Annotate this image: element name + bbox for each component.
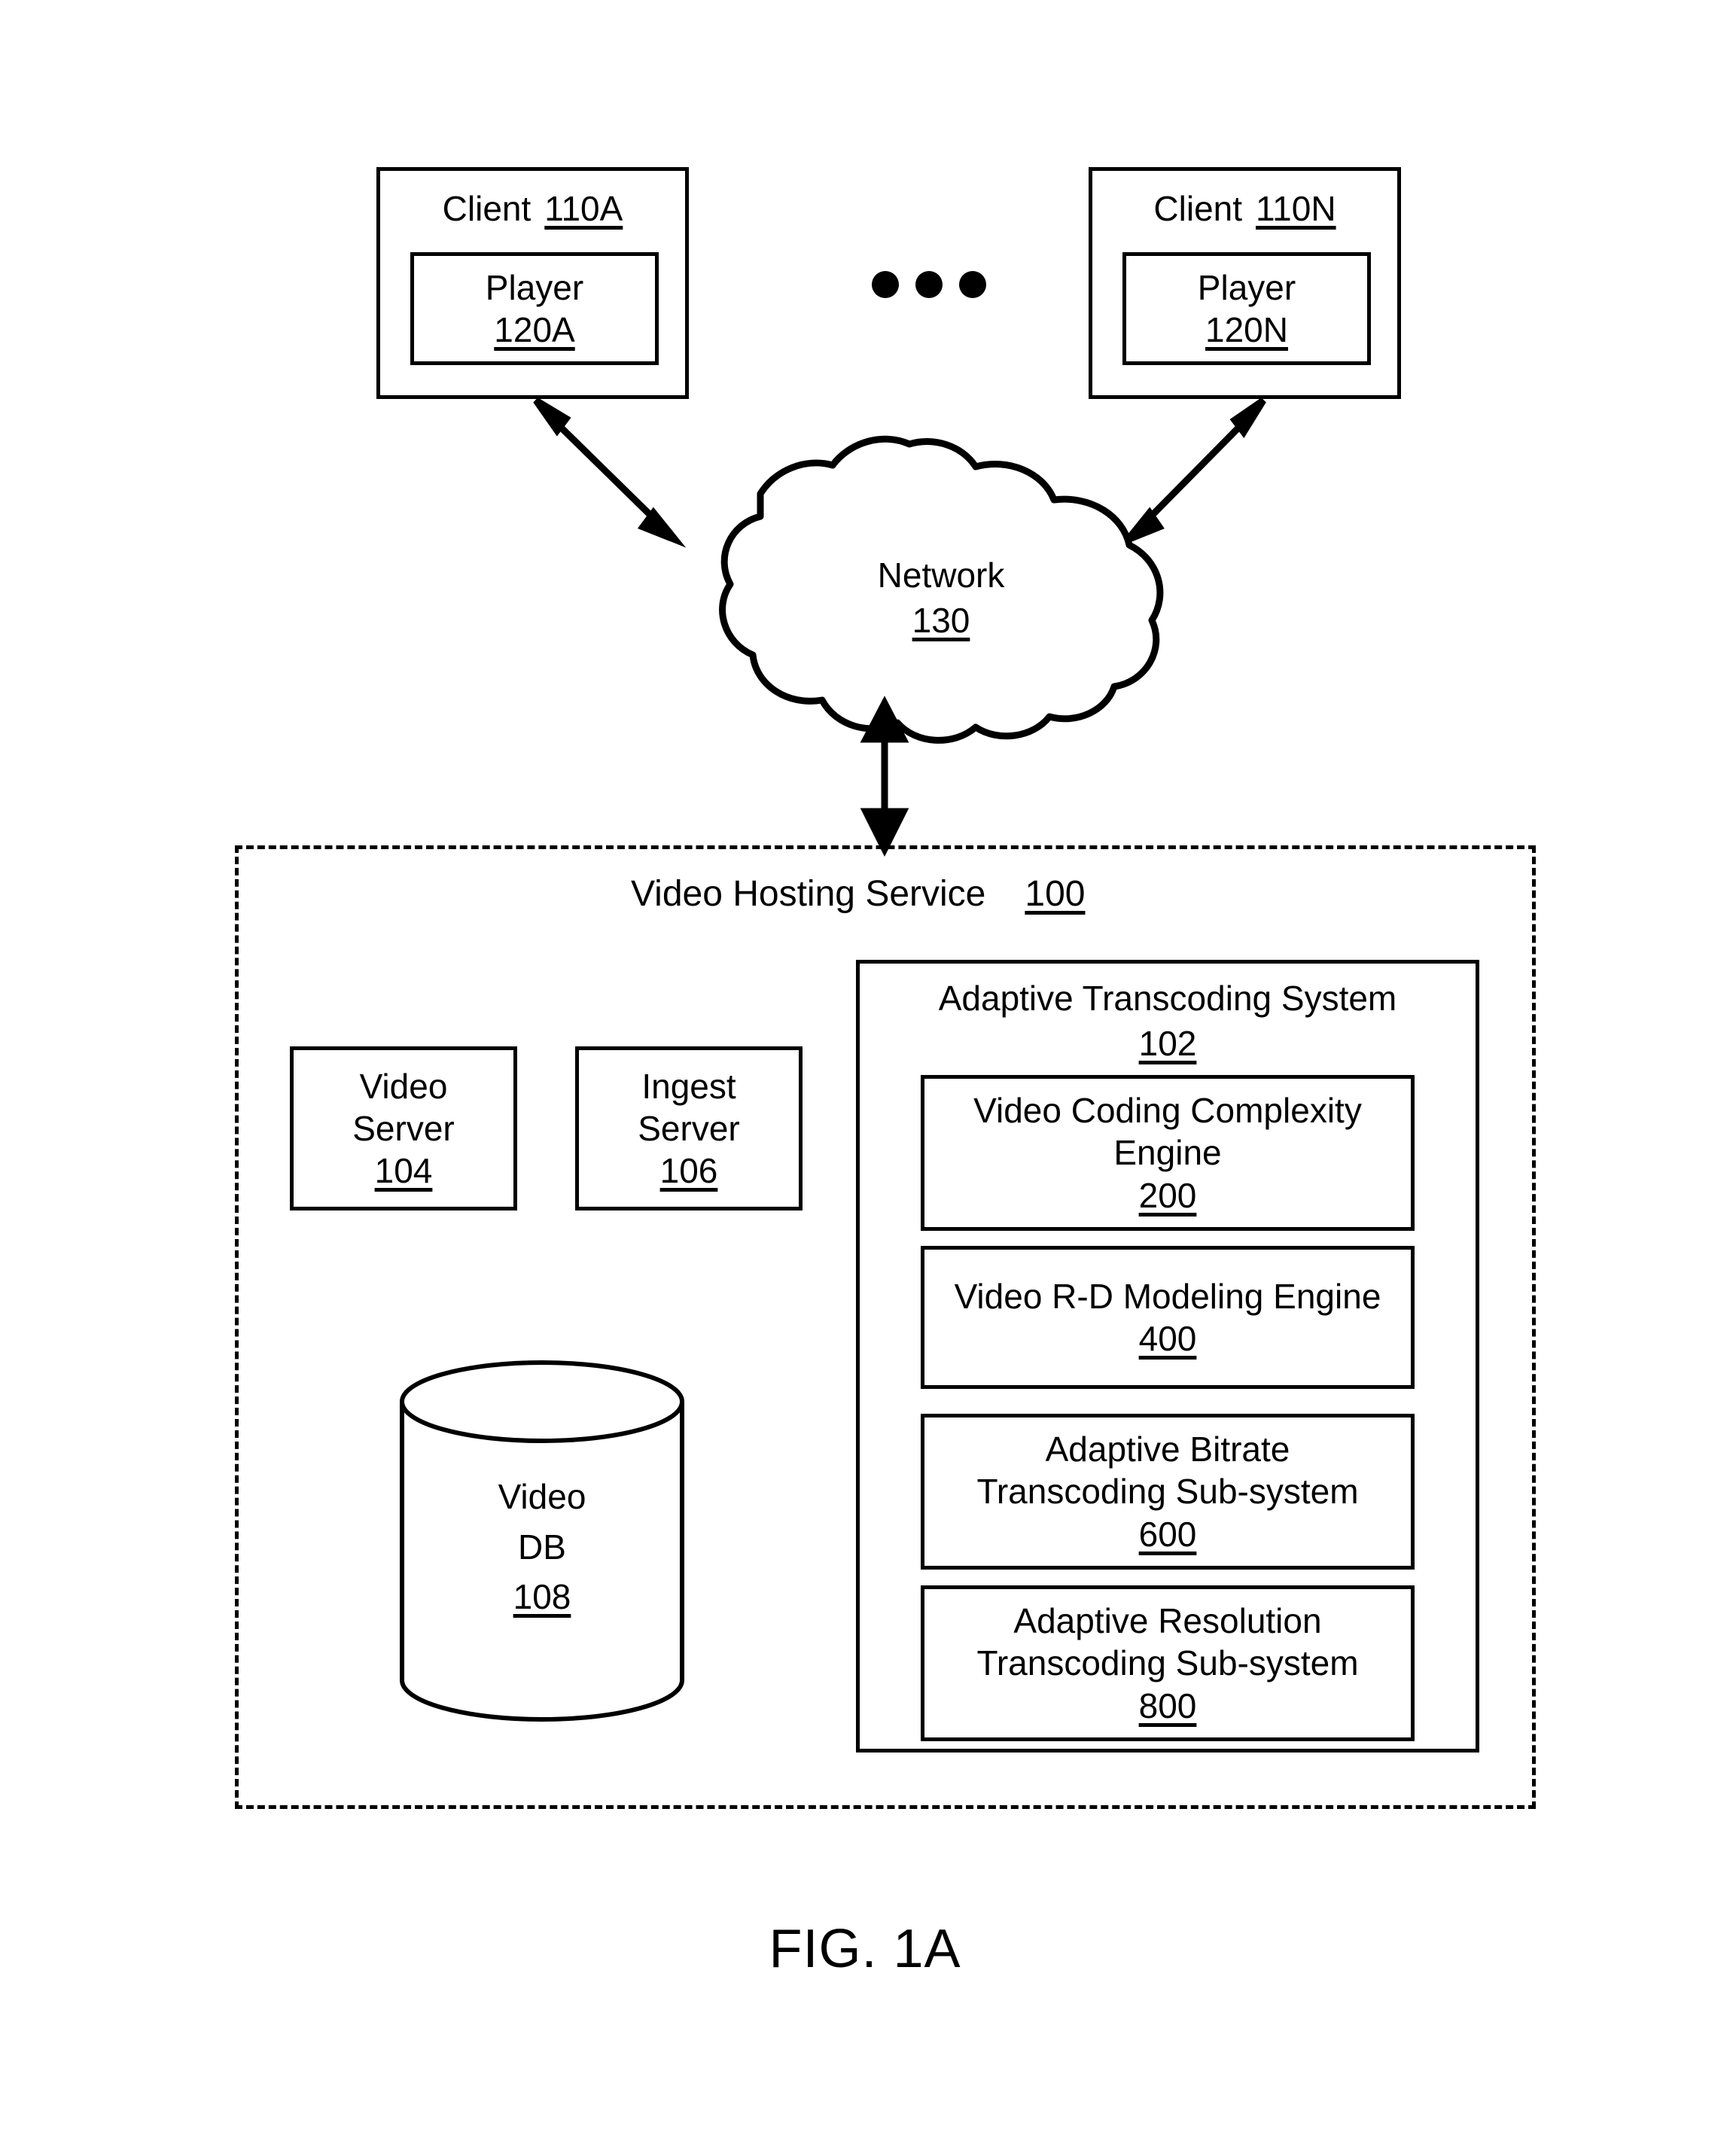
ingest-server-label-line1: Ingest xyxy=(641,1066,736,1106)
ingest-server-box[interactable]: Ingest Server 106 xyxy=(575,1046,803,1210)
module-label-line1: Video Coding Complexity xyxy=(973,1091,1362,1131)
video-db-ref-number: 108 xyxy=(513,1577,571,1617)
ellipsis-more-clients xyxy=(872,271,986,298)
module-ref-number: 800 xyxy=(1138,1686,1197,1725)
ellipsis-dot-icon xyxy=(872,271,899,298)
module-label-line1: Adaptive Resolution xyxy=(1013,1601,1322,1641)
arrow-client-a-to-network xyxy=(533,397,687,548)
player-ref-number: 120A xyxy=(494,310,575,349)
video-server-label-line1: Video xyxy=(359,1066,448,1106)
client-label: Client xyxy=(1153,189,1243,228)
client-title-110n: Client 110N xyxy=(1153,187,1336,230)
video-db-label-group: Video DB 108 xyxy=(402,1472,682,1622)
module-video-coding-complexity-engine[interactable]: Video Coding Complexity Engine 200 xyxy=(921,1075,1415,1231)
figure-caption: FIG. 1A xyxy=(769,1919,961,1979)
ellipsis-dot-icon xyxy=(915,271,943,298)
module-ref-number: 400 xyxy=(1138,1319,1197,1358)
player-box-120a[interactable]: Player 120A xyxy=(410,252,659,365)
module-ref-number: 200 xyxy=(1138,1175,1197,1215)
client-title-110a: Client 110A xyxy=(443,187,623,230)
module-label-line1: Adaptive Bitrate xyxy=(1045,1430,1290,1469)
player-ref-number: 120N xyxy=(1205,310,1288,349)
video-db-label-line2: DB xyxy=(518,1527,566,1567)
player-label: Player xyxy=(485,267,584,307)
client-ref-number: 110N xyxy=(1256,189,1336,228)
client-label: Client xyxy=(442,189,531,228)
module-adaptive-bitrate-transcoding-subsystem[interactable]: Adaptive Bitrate Transcoding Sub-system … xyxy=(921,1414,1415,1570)
video-db-label-line1: Video xyxy=(498,1477,586,1516)
patent-figure-page: Client 110A Player 120A Client 110N Player… xyxy=(0,0,1730,2156)
arrow-network-to-hosting-service xyxy=(860,696,909,857)
module-label-line2: Transcoding Sub-system xyxy=(976,1472,1359,1512)
video-hosting-service-title: Video Hosting Service 100 xyxy=(631,873,1085,915)
video-server-ref-number: 104 xyxy=(374,1151,433,1191)
module-video-rd-modeling-engine[interactable]: Video R-D Modeling Engine 400 xyxy=(921,1246,1415,1389)
player-box-120n[interactable]: Player 120N xyxy=(1122,252,1371,365)
module-ref-number: 600 xyxy=(1138,1514,1197,1554)
module-label-line2: Transcoding Sub-system xyxy=(976,1643,1359,1683)
network-label: Network xyxy=(877,556,1005,595)
vhs-ref-number: 100 xyxy=(1025,874,1086,914)
module-label-line2: Engine xyxy=(1113,1133,1222,1173)
video-server-box[interactable]: Video Server 104 xyxy=(290,1046,517,1210)
player-label: Player xyxy=(1197,267,1296,307)
ats-title: Adaptive Transcoding System xyxy=(938,979,1397,1018)
client-ref-number: 110A xyxy=(544,189,623,228)
video-server-label-line2: Server xyxy=(352,1108,455,1148)
ellipsis-dot-icon xyxy=(959,271,986,298)
module-adaptive-resolution-transcoding-subsystem[interactable]: Adaptive Resolution Transcoding Sub-syst… xyxy=(921,1585,1415,1741)
module-label-line1: Video R-D Modeling Engine xyxy=(954,1276,1381,1316)
network-cloud-label-group: Network 130 xyxy=(753,553,1129,644)
arrow-client-n-to-network xyxy=(1116,397,1266,548)
ingest-server-ref-number: 106 xyxy=(659,1151,718,1191)
ats-ref-number: 102 xyxy=(1138,1023,1197,1063)
network-ref-number: 130 xyxy=(912,600,970,640)
vhs-title-text: Video Hosting Service xyxy=(631,874,986,914)
ingest-server-label-line2: Server xyxy=(638,1108,740,1148)
